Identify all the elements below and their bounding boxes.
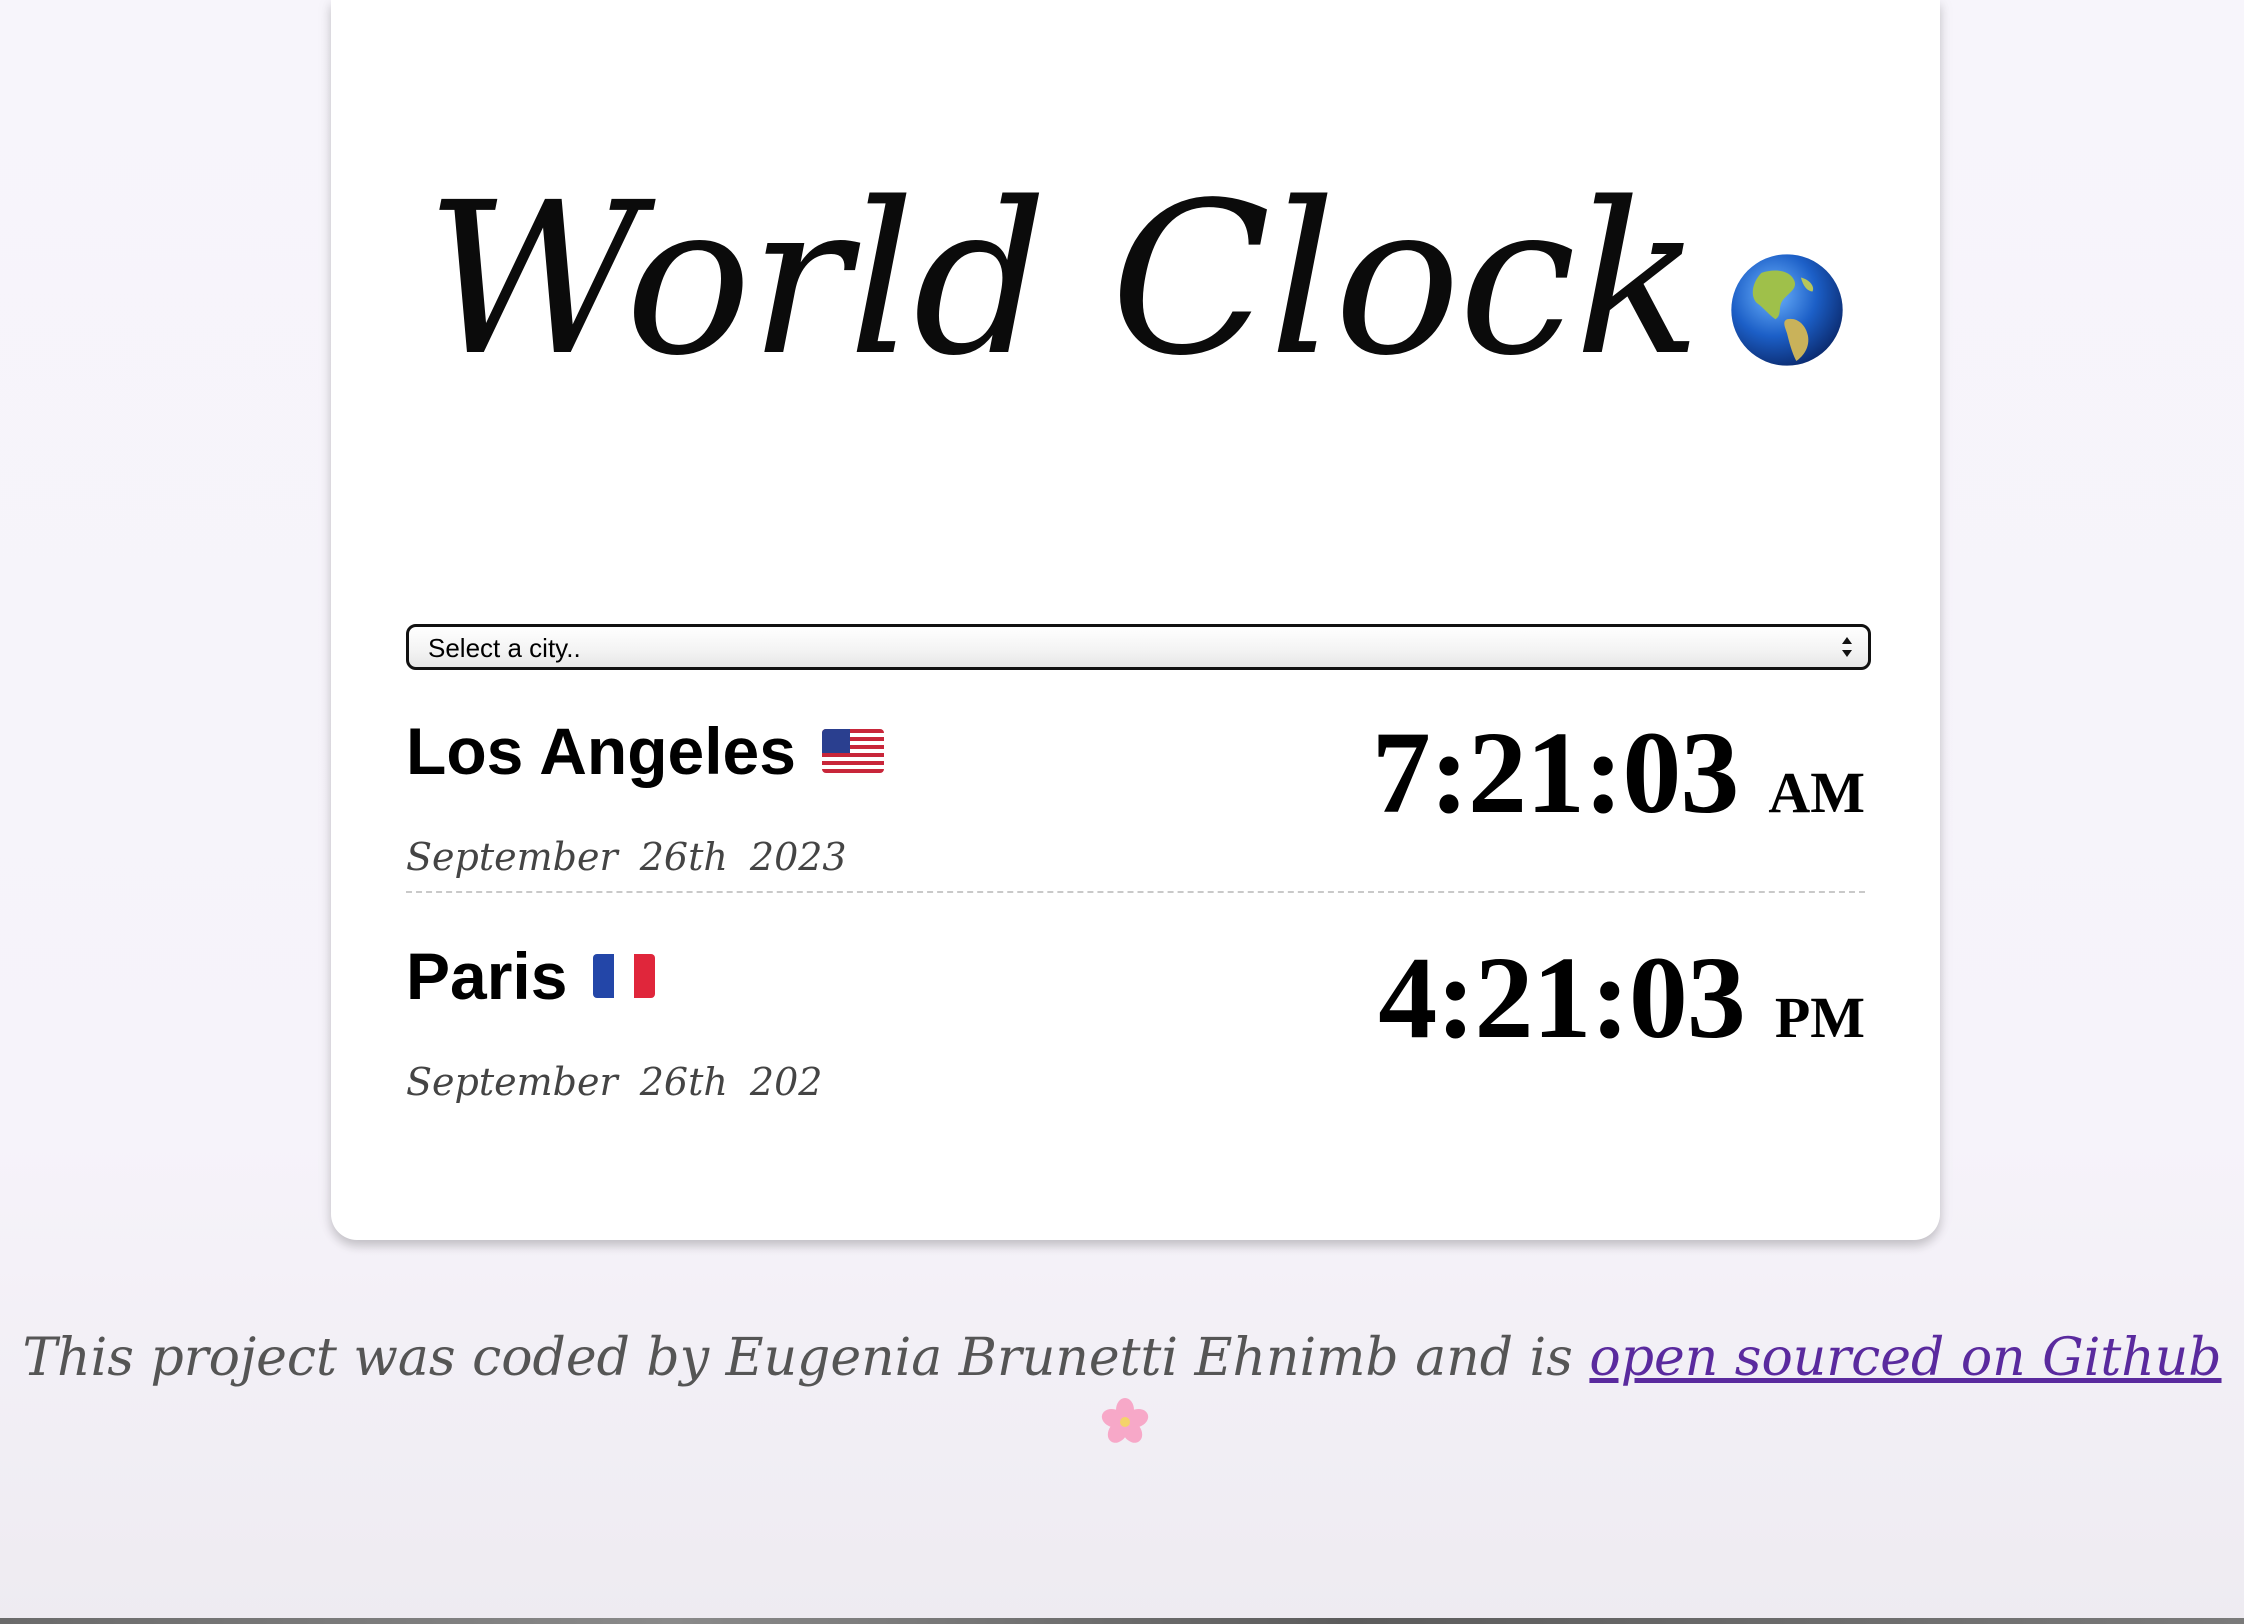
footer-text: This project was coded by Eugenia Brunet… xyxy=(22,1328,1590,1388)
world-clock-card: World Clock Select a city.. Los Angeles xyxy=(331,0,1940,1240)
cherry-blossom-icon xyxy=(1101,1397,1149,1443)
city-name-text: Paris xyxy=(406,939,568,1013)
city-time: 7:21:03 AM xyxy=(1372,705,1865,841)
footer: This project was coded by Eugenia Brunet… xyxy=(0,1328,2244,1448)
github-link[interactable]: open sourced on Github xyxy=(1589,1328,2221,1388)
city-date: September 26th 2023 xyxy=(406,835,847,879)
city-time: 4:21:03 PM xyxy=(1378,930,1865,1066)
up-down-chevron-icon xyxy=(1842,637,1852,657)
us-flag-icon xyxy=(821,729,884,773)
city-select[interactable]: Select a city.. xyxy=(406,624,1871,670)
city-date-day-year: 26th 202 xyxy=(639,1060,823,1104)
city-time-ampm: AM xyxy=(1768,760,1865,825)
city-row: Paris September 26th 202 4:21:03 PM xyxy=(406,930,1865,1110)
city-time-value: 7:21:03 xyxy=(1371,707,1740,838)
city-time-ampm: PM xyxy=(1774,985,1865,1050)
city-name-text: Los Angeles xyxy=(406,714,796,788)
city-select-value: Select a city.. xyxy=(428,633,581,663)
globe-americas-icon xyxy=(1731,254,1844,366)
city-row: Los Angeles September 26th 2023 7:21:03 … xyxy=(406,705,1865,893)
france-flag-icon xyxy=(593,954,656,998)
city-date-month: September xyxy=(406,835,618,879)
city-time-value: 4:21:03 xyxy=(1378,932,1746,1063)
city-date-month: September xyxy=(406,1060,618,1104)
bottom-edge-strip xyxy=(0,1618,2244,1624)
city-name: Paris xyxy=(406,938,656,1014)
title-row: World Clock xyxy=(331,150,1940,410)
city-date-day-year: 26th 2023 xyxy=(639,835,847,879)
page-title: World Clock xyxy=(425,157,1702,402)
city-date: September 26th 202 xyxy=(406,1060,822,1104)
city-name: Los Angeles xyxy=(406,713,884,789)
